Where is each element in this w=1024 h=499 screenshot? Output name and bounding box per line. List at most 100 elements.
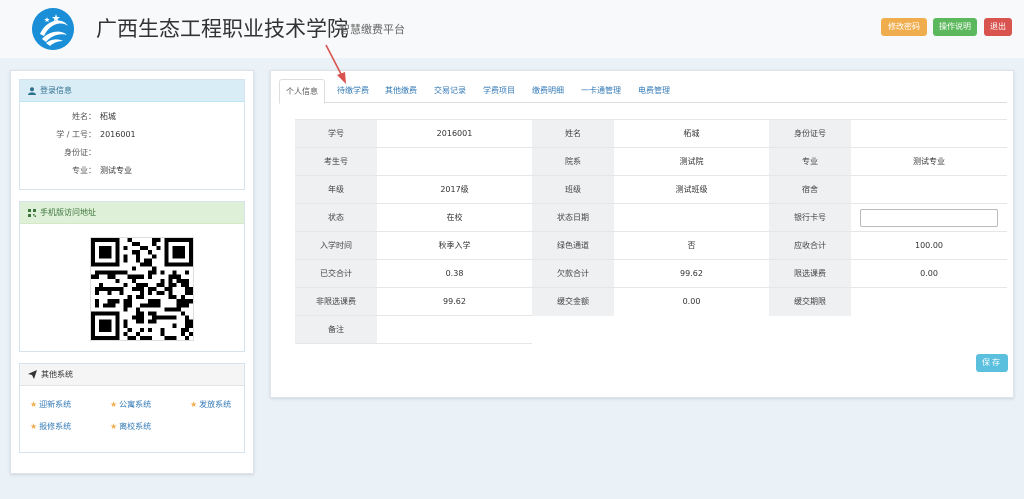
empty-cell xyxy=(532,316,1007,344)
field-value: 测试院 xyxy=(614,147,769,176)
field-value: 测试专业 xyxy=(851,147,1007,176)
paper-plane-icon xyxy=(28,370,37,379)
field-value: 否 xyxy=(614,231,769,260)
table-row: 考生号 院系 测试院 专业 测试专业 xyxy=(295,147,1007,176)
field-value: 测试班级 xyxy=(614,175,769,204)
table-row: 入学时间 秋季入学 绿色通道 否 应收合计 100.00 xyxy=(295,231,1007,260)
field-label: 已交合计 xyxy=(295,259,377,288)
other-systems-title: 其他系统 xyxy=(41,369,73,379)
field-value xyxy=(851,175,1007,204)
tab-personal-info[interactable]: 个人信息 xyxy=(279,79,325,104)
info-row-name: 姓名： 柘城 xyxy=(20,109,246,125)
info-row-idcard: 身份证： xyxy=(20,145,246,161)
table-row: 已交合计 0.38 欠款合计 99.62 限选课费 0.00 xyxy=(295,259,1007,288)
info-label: 姓名： xyxy=(72,112,96,121)
tab-card-management[interactable]: 一卡通管理 xyxy=(577,79,625,103)
info-value: 2016001 xyxy=(100,130,136,139)
field-label: 院系 xyxy=(532,147,614,176)
system-link-welcome[interactable]: ★ 迎新系统 xyxy=(30,399,71,410)
field-label: 缓交期限 xyxy=(769,287,851,316)
left-panel: 登录信息 姓名： 柘城 学 / 工号： 2016001 身份证： 专业： 测试专… xyxy=(10,70,254,474)
top-bar: 广西生态工程职业技术学院 智慧缴费平台 修改密码 操作说明 退出 xyxy=(0,0,1024,58)
system-link-leave[interactable]: ★ 离校系统 xyxy=(110,421,151,432)
login-info-box: 登录信息 姓名： 柘城 学 / 工号： 2016001 身份证： 专业： 测试专… xyxy=(19,79,245,190)
main-panel: 个人信息 待缴学费 其他缴费 交易记录 学费项目 缴费明细 一卡通管理 电费管理… xyxy=(270,70,1014,398)
table-row: 年级 2017级 班级 测试班级 宿舍 xyxy=(295,175,1007,204)
table-row: 学号 2016001 姓名 柘城 身份证号 xyxy=(295,119,1007,148)
field-value xyxy=(614,203,769,232)
field-value xyxy=(851,287,1007,316)
field-label: 考生号 xyxy=(295,147,377,176)
field-value: 0.00 xyxy=(851,259,1007,288)
table-row: 非限选课费 99.62 缓交金额 0.00 缓交期限 xyxy=(295,287,1007,316)
star-icon: ★ xyxy=(30,422,38,431)
field-label: 入学时间 xyxy=(295,231,377,260)
help-button[interactable]: 操作说明 xyxy=(933,18,977,36)
field-value xyxy=(851,119,1007,148)
star-icon: ★ xyxy=(30,400,38,409)
field-label: 宿舍 xyxy=(769,175,851,204)
field-value: 在校 xyxy=(377,203,532,232)
field-value: 秋季入学 xyxy=(377,231,532,260)
field-value: 2016001 xyxy=(377,119,532,148)
tab-transactions[interactable]: 交易记录 xyxy=(431,79,469,103)
tab-pending-tuition[interactable]: 待缴学费 xyxy=(332,79,374,103)
system-link-dorm[interactable]: ★ 公寓系统 xyxy=(110,399,151,410)
bank-card-input[interactable] xyxy=(860,208,998,227)
system-link-repair[interactable]: ★ 报修系统 xyxy=(30,421,71,432)
info-value: 柘城 xyxy=(100,112,116,121)
info-value: 测试专业 xyxy=(100,166,132,175)
field-value: 99.62 xyxy=(614,259,769,288)
field-label: 姓名 xyxy=(532,119,614,148)
exit-button[interactable]: 退出 xyxy=(984,18,1012,36)
info-row-id: 学 / 工号： 2016001 xyxy=(20,127,246,143)
mobile-access-title: 手机版访问地址 xyxy=(40,207,96,217)
field-label: 身份证号 xyxy=(769,119,851,148)
site-subtitle: 智慧缴费平台 xyxy=(339,23,405,36)
student-info-table: 学号 2016001 姓名 柘城 身份证号 考生号 院系 测试院 专业 测试专业… xyxy=(295,119,1007,344)
tab-other-payments[interactable]: 其他缴费 xyxy=(382,79,420,103)
tab-payment-details[interactable]: 缴费明细 xyxy=(529,79,567,103)
change-password-button[interactable]: 修改密码 xyxy=(881,18,927,36)
field-value: 0.00 xyxy=(614,287,769,316)
system-link-distribution[interactable]: ★ 发放系统 xyxy=(190,399,231,410)
field-value: 99.62 xyxy=(377,287,532,316)
tab-bar: 个人信息 待缴学费 其他缴费 交易记录 学费项目 缴费明细 一卡通管理 电费管理 xyxy=(279,79,1007,104)
field-value: 100.00 xyxy=(851,231,1007,260)
info-row-major: 专业： 测试专业 xyxy=(20,163,246,179)
field-label: 应收合计 xyxy=(769,231,851,260)
field-label: 学号 xyxy=(295,119,377,148)
info-label: 专业： xyxy=(72,166,96,175)
field-label: 状态日期 xyxy=(532,203,614,232)
login-info-header: 登录信息 xyxy=(20,80,244,102)
login-info-title: 登录信息 xyxy=(40,85,72,95)
field-value: 2017级 xyxy=(377,175,532,204)
field-label: 专业 xyxy=(769,147,851,176)
user-icon xyxy=(28,86,36,95)
tab-electricity[interactable]: 电费管理 xyxy=(635,79,673,103)
field-label: 状态 xyxy=(295,203,377,232)
field-label: 备注 xyxy=(295,315,377,344)
field-label: 欠款合计 xyxy=(532,259,614,288)
field-label: 银行卡号 xyxy=(769,203,851,232)
star-icon: ★ xyxy=(110,400,118,409)
bank-card-cell xyxy=(851,203,1007,232)
field-value xyxy=(377,315,532,344)
star-icon: ★ xyxy=(190,400,198,409)
field-label: 班级 xyxy=(532,175,614,204)
field-value: 柘城 xyxy=(614,119,769,148)
field-value xyxy=(377,147,532,176)
table-row: 状态 在校 状态日期 银行卡号 xyxy=(295,203,1007,232)
site-title: 广西生态工程职业技术学院 xyxy=(96,17,348,41)
tab-tuition-items[interactable]: 学费项目 xyxy=(480,79,518,103)
field-label: 缓交金额 xyxy=(532,287,614,316)
mobile-access-box: 手机版访问地址 xyxy=(19,201,245,352)
field-label: 年级 xyxy=(295,175,377,204)
mobile-access-header: 手机版访问地址 xyxy=(20,202,244,224)
field-value: 0.38 xyxy=(377,259,532,288)
qr-code xyxy=(90,237,194,341)
qrcode-icon xyxy=(28,208,36,217)
other-systems-box: 其他系统 ★ 迎新系统 ★ 公寓系统 ★ 发放系统 ★ 报修系统 ★ 离校系统 xyxy=(19,363,245,453)
save-button[interactable]: 保存 xyxy=(976,354,1008,372)
field-label: 限选课费 xyxy=(769,259,851,288)
